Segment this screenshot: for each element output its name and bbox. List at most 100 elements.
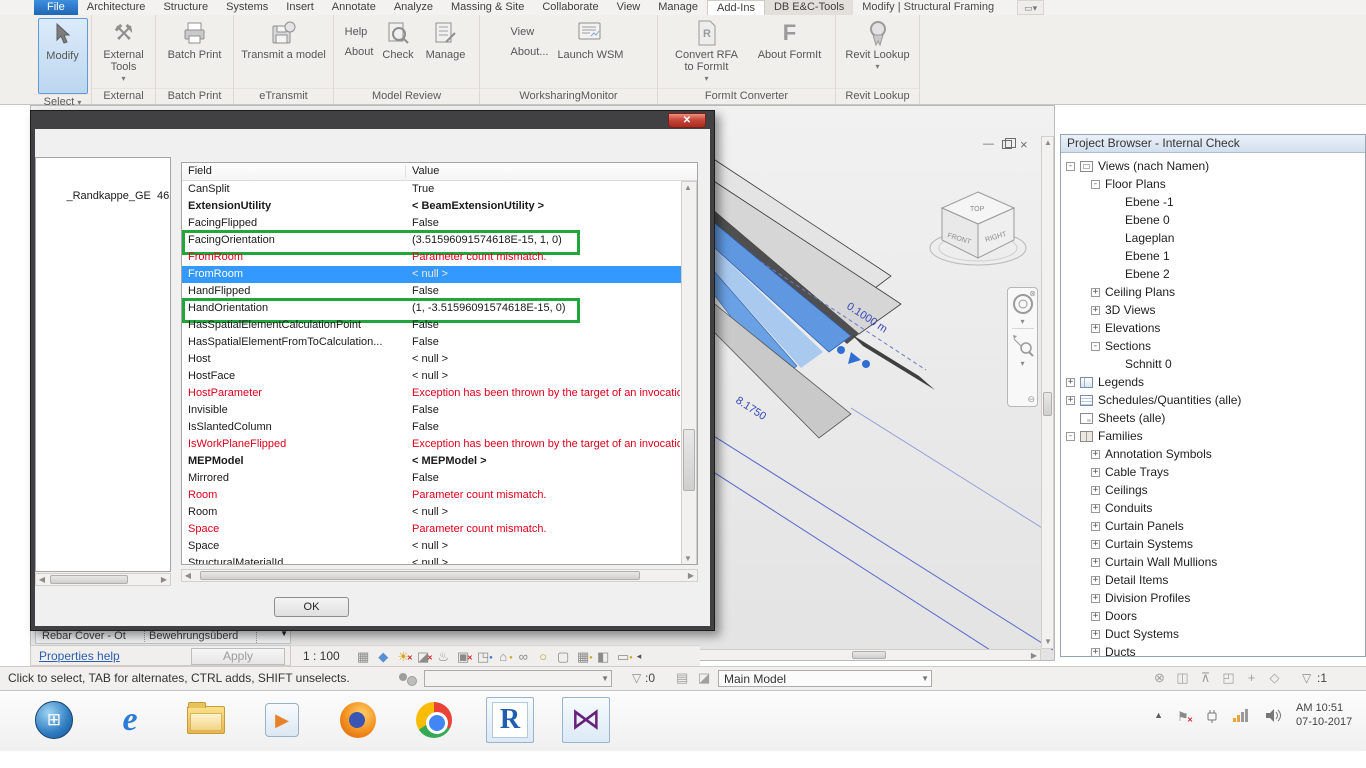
- about-button[interactable]: About: [345, 46, 374, 58]
- table-row[interactable]: Room Parameter count mismatch.: [182, 487, 682, 504]
- crop-view-icon[interactable]: ▣: [456, 649, 471, 664]
- tab-db-ec-tools[interactable]: DB E&C-Tools: [765, 0, 853, 15]
- scroll-right-icon[interactable]: ▶: [158, 574, 170, 585]
- tree-expander-icon[interactable]: +: [1091, 504, 1100, 513]
- chrome-button[interactable]: [410, 697, 458, 743]
- table-row[interactable]: FromRoom < null >: [182, 266, 682, 283]
- tree-item[interactable]: Sheets (alle): [1061, 409, 1365, 427]
- power-plug-icon[interactable]: [1204, 708, 1219, 723]
- tree-item[interactable]: + Annotation Symbols: [1061, 445, 1365, 463]
- tree-item[interactable]: + Legends: [1061, 373, 1365, 391]
- show-rendering-icon[interactable]: ♨: [436, 649, 451, 664]
- revit-taskbar-button[interactable]: R: [486, 697, 534, 743]
- dialog-title-bar[interactable]: ✕: [31, 111, 714, 129]
- table-row[interactable]: Room < null >: [182, 504, 682, 521]
- wsm-about-button[interactable]: About...: [511, 46, 549, 58]
- start-button[interactable]: ⊞: [30, 697, 78, 743]
- tab-analyze[interactable]: Analyze: [385, 0, 442, 15]
- table-row[interactable]: FromRoom Parameter count mismatch.: [182, 249, 682, 266]
- editable-filter-icon[interactable]: ▽: [632, 671, 641, 685]
- detail-level-icon[interactable]: ▦: [356, 649, 371, 664]
- tab-massing-site[interactable]: Massing & Site: [442, 0, 533, 15]
- tab-collaborate[interactable]: Collaborate: [533, 0, 607, 15]
- clock[interactable]: AM 10:51 07-10-2017: [1296, 701, 1366, 729]
- table-header[interactable]: Field Value: [182, 163, 697, 181]
- canvas-hscroll-thumb[interactable]: [852, 651, 886, 659]
- worksets-people-icon[interactable]: [398, 673, 418, 686]
- tree-item[interactable]: - Views (nach Namen): [1061, 157, 1365, 175]
- help-button[interactable]: Help: [345, 26, 374, 38]
- ok-button[interactable]: OK: [274, 597, 349, 617]
- tree-expander-icon[interactable]: +: [1091, 288, 1100, 297]
- tree-expander-icon[interactable]: +: [1091, 468, 1100, 477]
- navigation-bar[interactable]: ⊗ ▾ ▾ ⊖: [1007, 287, 1038, 407]
- check-button[interactable]: Check: [379, 18, 416, 63]
- tree-item[interactable]: - Families: [1061, 427, 1365, 445]
- apply-button[interactable]: Apply: [191, 648, 285, 665]
- table-row[interactable]: CanSplit True: [182, 181, 682, 198]
- tree-item[interactable]: + 3D Views: [1061, 301, 1365, 319]
- tree-item[interactable]: + Conduits: [1061, 499, 1365, 517]
- tab-modify-contextual[interactable]: Modify | Structural Framing: [853, 0, 1003, 15]
- tab-annotate[interactable]: Annotate: [323, 0, 385, 15]
- tree-item[interactable]: + Elevations: [1061, 319, 1365, 337]
- convert-rfa-button[interactable]: R Convert RFA to FormIt ▾: [667, 18, 747, 87]
- glasses-icon[interactable]: ∞: [516, 649, 531, 664]
- table-row[interactable]: MEPModel < MEPModel >: [182, 453, 682, 470]
- tree-expander-icon[interactable]: +: [1091, 324, 1100, 333]
- visual-studio-button[interactable]: ⋈: [562, 697, 610, 743]
- tree-expander-icon[interactable]: +: [1091, 450, 1100, 459]
- tree-item[interactable]: + Ceilings: [1061, 481, 1365, 499]
- tree-expander-icon[interactable]: +: [1091, 648, 1100, 657]
- crop-region-icon[interactable]: ◳: [476, 649, 491, 664]
- table-row[interactable]: HandOrientation (1, -3.51596091574618E-1…: [182, 300, 682, 317]
- field-column-header[interactable]: Field: [188, 165, 212, 177]
- background-process-icon[interactable]: ◇: [1267, 670, 1282, 686]
- tree-item[interactable]: - Floor Plans: [1061, 175, 1365, 193]
- reveal-hidden-lightbulb-icon[interactable]: ○: [536, 649, 551, 664]
- navbar-close-icon[interactable]: ⊗: [1029, 289, 1036, 298]
- tree-item[interactable]: Ebene 0: [1061, 211, 1365, 229]
- wsm-view-button[interactable]: View: [511, 26, 549, 38]
- revit-lookup-button[interactable]: Revit Lookup ▾: [842, 18, 912, 75]
- properties-help-link[interactable]: Properties help: [39, 649, 120, 663]
- design-option-dropdown[interactable]: Main Model ▼: [718, 670, 932, 687]
- scroll-down-icon[interactable]: ▼: [1042, 636, 1054, 648]
- tab-architecture[interactable]: Architecture: [78, 0, 155, 15]
- tree-expander-icon[interactable]: +: [1091, 306, 1100, 315]
- design-options-pick-icon[interactable]: ◪: [698, 670, 710, 686]
- table-horizontal-scrollbar[interactable]: ◀ ▶: [181, 569, 698, 582]
- batch-print-button[interactable]: Batch Print: [165, 18, 225, 63]
- tree-expander-icon[interactable]: +: [1091, 486, 1100, 495]
- tree-expander-icon[interactable]: -: [1066, 432, 1075, 441]
- view-close-button[interactable]: ×: [1020, 137, 1028, 152]
- table-row[interactable]: FacingOrientation (3.51596091574618E-15,…: [182, 232, 682, 249]
- table-row[interactable]: IsSlantedColumn False: [182, 419, 682, 436]
- design-options-icon[interactable]: ▤: [676, 670, 688, 686]
- tree-item[interactable]: Schnitt 0: [1061, 355, 1365, 373]
- scroll-left-icon[interactable]: ◀: [36, 574, 48, 585]
- temp-view-properties-icon[interactable]: ▢: [556, 649, 571, 664]
- tree-expander-icon[interactable]: -: [1091, 342, 1100, 351]
- canvas-vscroll-thumb[interactable]: [1043, 392, 1052, 416]
- scroll-right-icon[interactable]: ▶: [1028, 650, 1040, 660]
- table-row[interactable]: FacingFlipped False: [182, 215, 682, 232]
- table-row[interactable]: HasSpatialElementCalculationPoint False: [182, 317, 682, 334]
- media-player-button[interactable]: ▶: [258, 697, 306, 743]
- view-restore-button[interactable]: [1002, 140, 1012, 149]
- table-row[interactable]: Space Parameter count mismatch.: [182, 521, 682, 538]
- dialog-tree-hscrollbar[interactable]: ◀ ▶: [35, 573, 171, 586]
- tree-expander-icon[interactable]: +: [1091, 576, 1100, 585]
- scroll-down-icon[interactable]: ▼: [682, 553, 694, 565]
- scroll-up-icon[interactable]: ▲: [1042, 137, 1054, 149]
- tree-item[interactable]: + Curtain Panels: [1061, 517, 1365, 535]
- tree-item[interactable]: + Cable Trays: [1061, 463, 1365, 481]
- tree-item[interactable]: + Schedules/Quantities (alle): [1061, 391, 1365, 409]
- tree-item[interactable]: - Sections: [1061, 337, 1365, 355]
- table-row[interactable]: HostParameter Exception has been thrown …: [182, 385, 682, 402]
- external-tools-button[interactable]: ⚒ External Tools ▾: [92, 18, 155, 87]
- table-row[interactable]: HandFlipped False: [182, 283, 682, 300]
- select-by-face-icon[interactable]: ◰: [1221, 670, 1236, 686]
- hidden-icons-arrow-icon[interactable]: ▲: [1154, 710, 1163, 720]
- tree-expander-icon[interactable]: +: [1091, 630, 1100, 639]
